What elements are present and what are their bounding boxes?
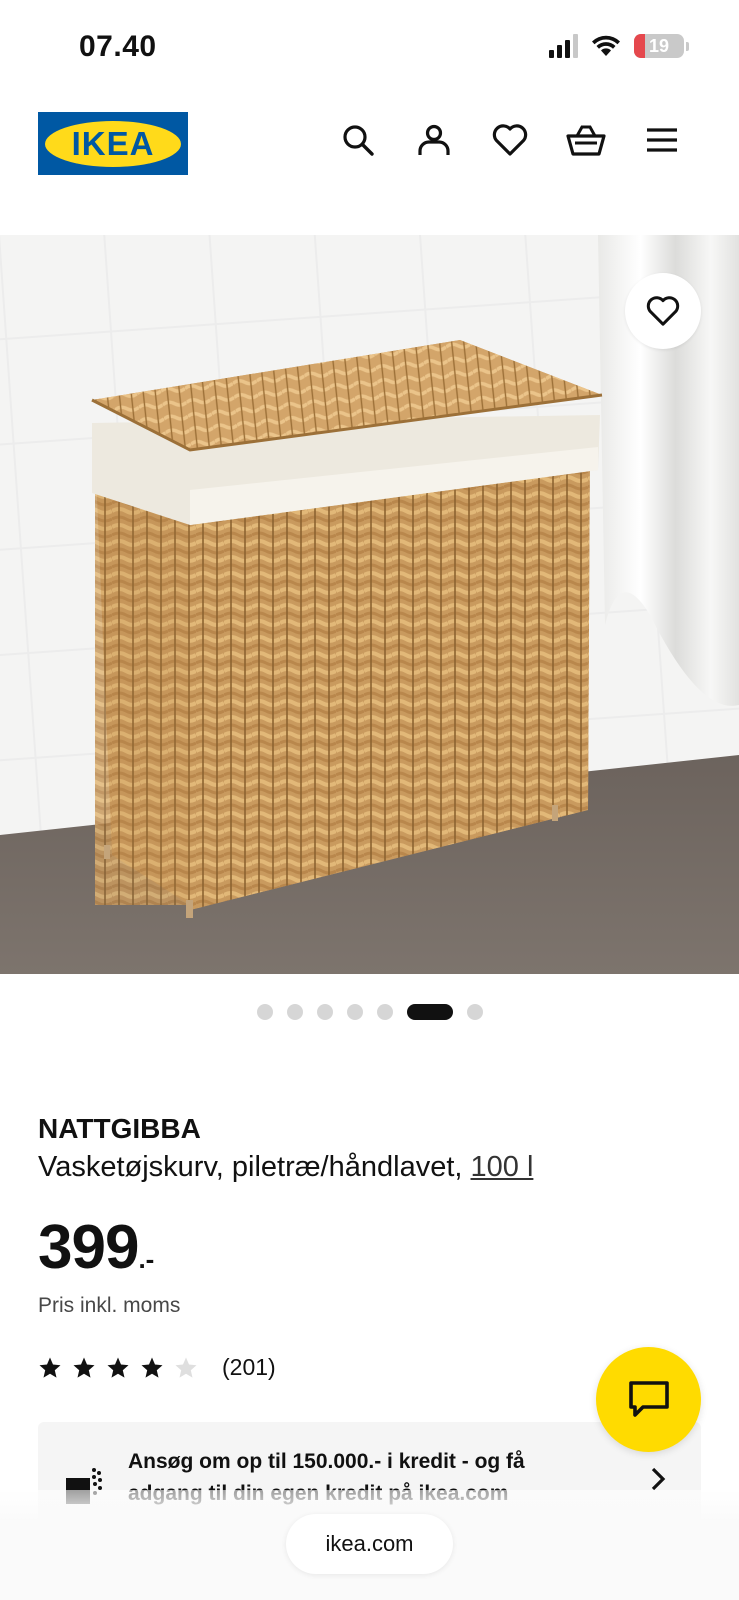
carousel-dot[interactable] — [286, 1004, 303, 1020]
chat-icon — [628, 1380, 669, 1417]
menu-icon[interactable] — [642, 120, 682, 160]
star-filled-icon — [39, 1357, 61, 1378]
laundry-basket-photo — [0, 235, 739, 974]
carousel-indicator — [0, 1004, 739, 1020]
carousel-dot[interactable] — [316, 1004, 333, 1020]
status-bar: 07.40 19 — [0, 0, 739, 100]
user-icon[interactable] — [414, 120, 454, 160]
ikea-logo[interactable]: IKEA — [38, 112, 188, 175]
add-to-favorites-button[interactable] — [625, 273, 701, 349]
carousel-dot[interactable] — [376, 1004, 393, 1020]
product-description: Vasketøjskurv, piletræ/håndlavet, 100 l — [38, 1151, 533, 1184]
rating-stars — [38, 1356, 198, 1380]
header-nav — [338, 120, 682, 160]
logo-text: IKEA — [71, 124, 155, 162]
price-note: Pris inkl. moms — [38, 1294, 181, 1317]
price-value: 399 — [38, 1213, 139, 1282]
browser-toolbar: ikea.com — [0, 1490, 739, 1600]
battery-indicator: 19 — [634, 34, 689, 58]
wifi-icon — [592, 35, 620, 56]
carousel-dot[interactable] — [346, 1004, 363, 1020]
product-description-text: Vasketøjskurv, piletræ/håndlavet, — [38, 1151, 471, 1183]
star-empty-icon — [175, 1357, 197, 1378]
price: 399 .- — [38, 1212, 154, 1283]
rating-count: (201) — [222, 1354, 276, 1380]
star-filled-icon — [73, 1357, 95, 1378]
carousel-dot[interactable] — [256, 1004, 273, 1020]
rating[interactable]: (201) — [38, 1354, 276, 1381]
star-filled-icon — [107, 1357, 129, 1378]
cellular-signal-icon — [549, 34, 578, 58]
chevron-right-icon — [651, 1467, 666, 1491]
price-suffix: .- — [138, 1244, 155, 1274]
search-icon[interactable] — [338, 120, 378, 160]
battery-icon: 19 — [634, 34, 684, 58]
heart-icon[interactable] — [490, 120, 530, 160]
status-icons: 19 — [549, 34, 689, 58]
carousel-dot[interactable] — [466, 1004, 483, 1020]
site-header: IKEA — [0, 100, 739, 230]
product-image[interactable] — [0, 235, 739, 974]
star-filled-icon — [141, 1357, 163, 1378]
url-bar[interactable]: ikea.com — [286, 1514, 453, 1574]
size-link[interactable]: 100 l — [471, 1151, 534, 1183]
chat-button[interactable] — [596, 1347, 701, 1452]
battery-level: 19 — [648, 35, 670, 56]
basket-icon[interactable] — [566, 120, 606, 160]
status-time: 07.40 — [79, 30, 157, 63]
product-name: NATTGIBBA — [38, 1113, 201, 1144]
carousel-dot[interactable] — [406, 1004, 453, 1020]
heart-icon — [646, 296, 680, 326]
